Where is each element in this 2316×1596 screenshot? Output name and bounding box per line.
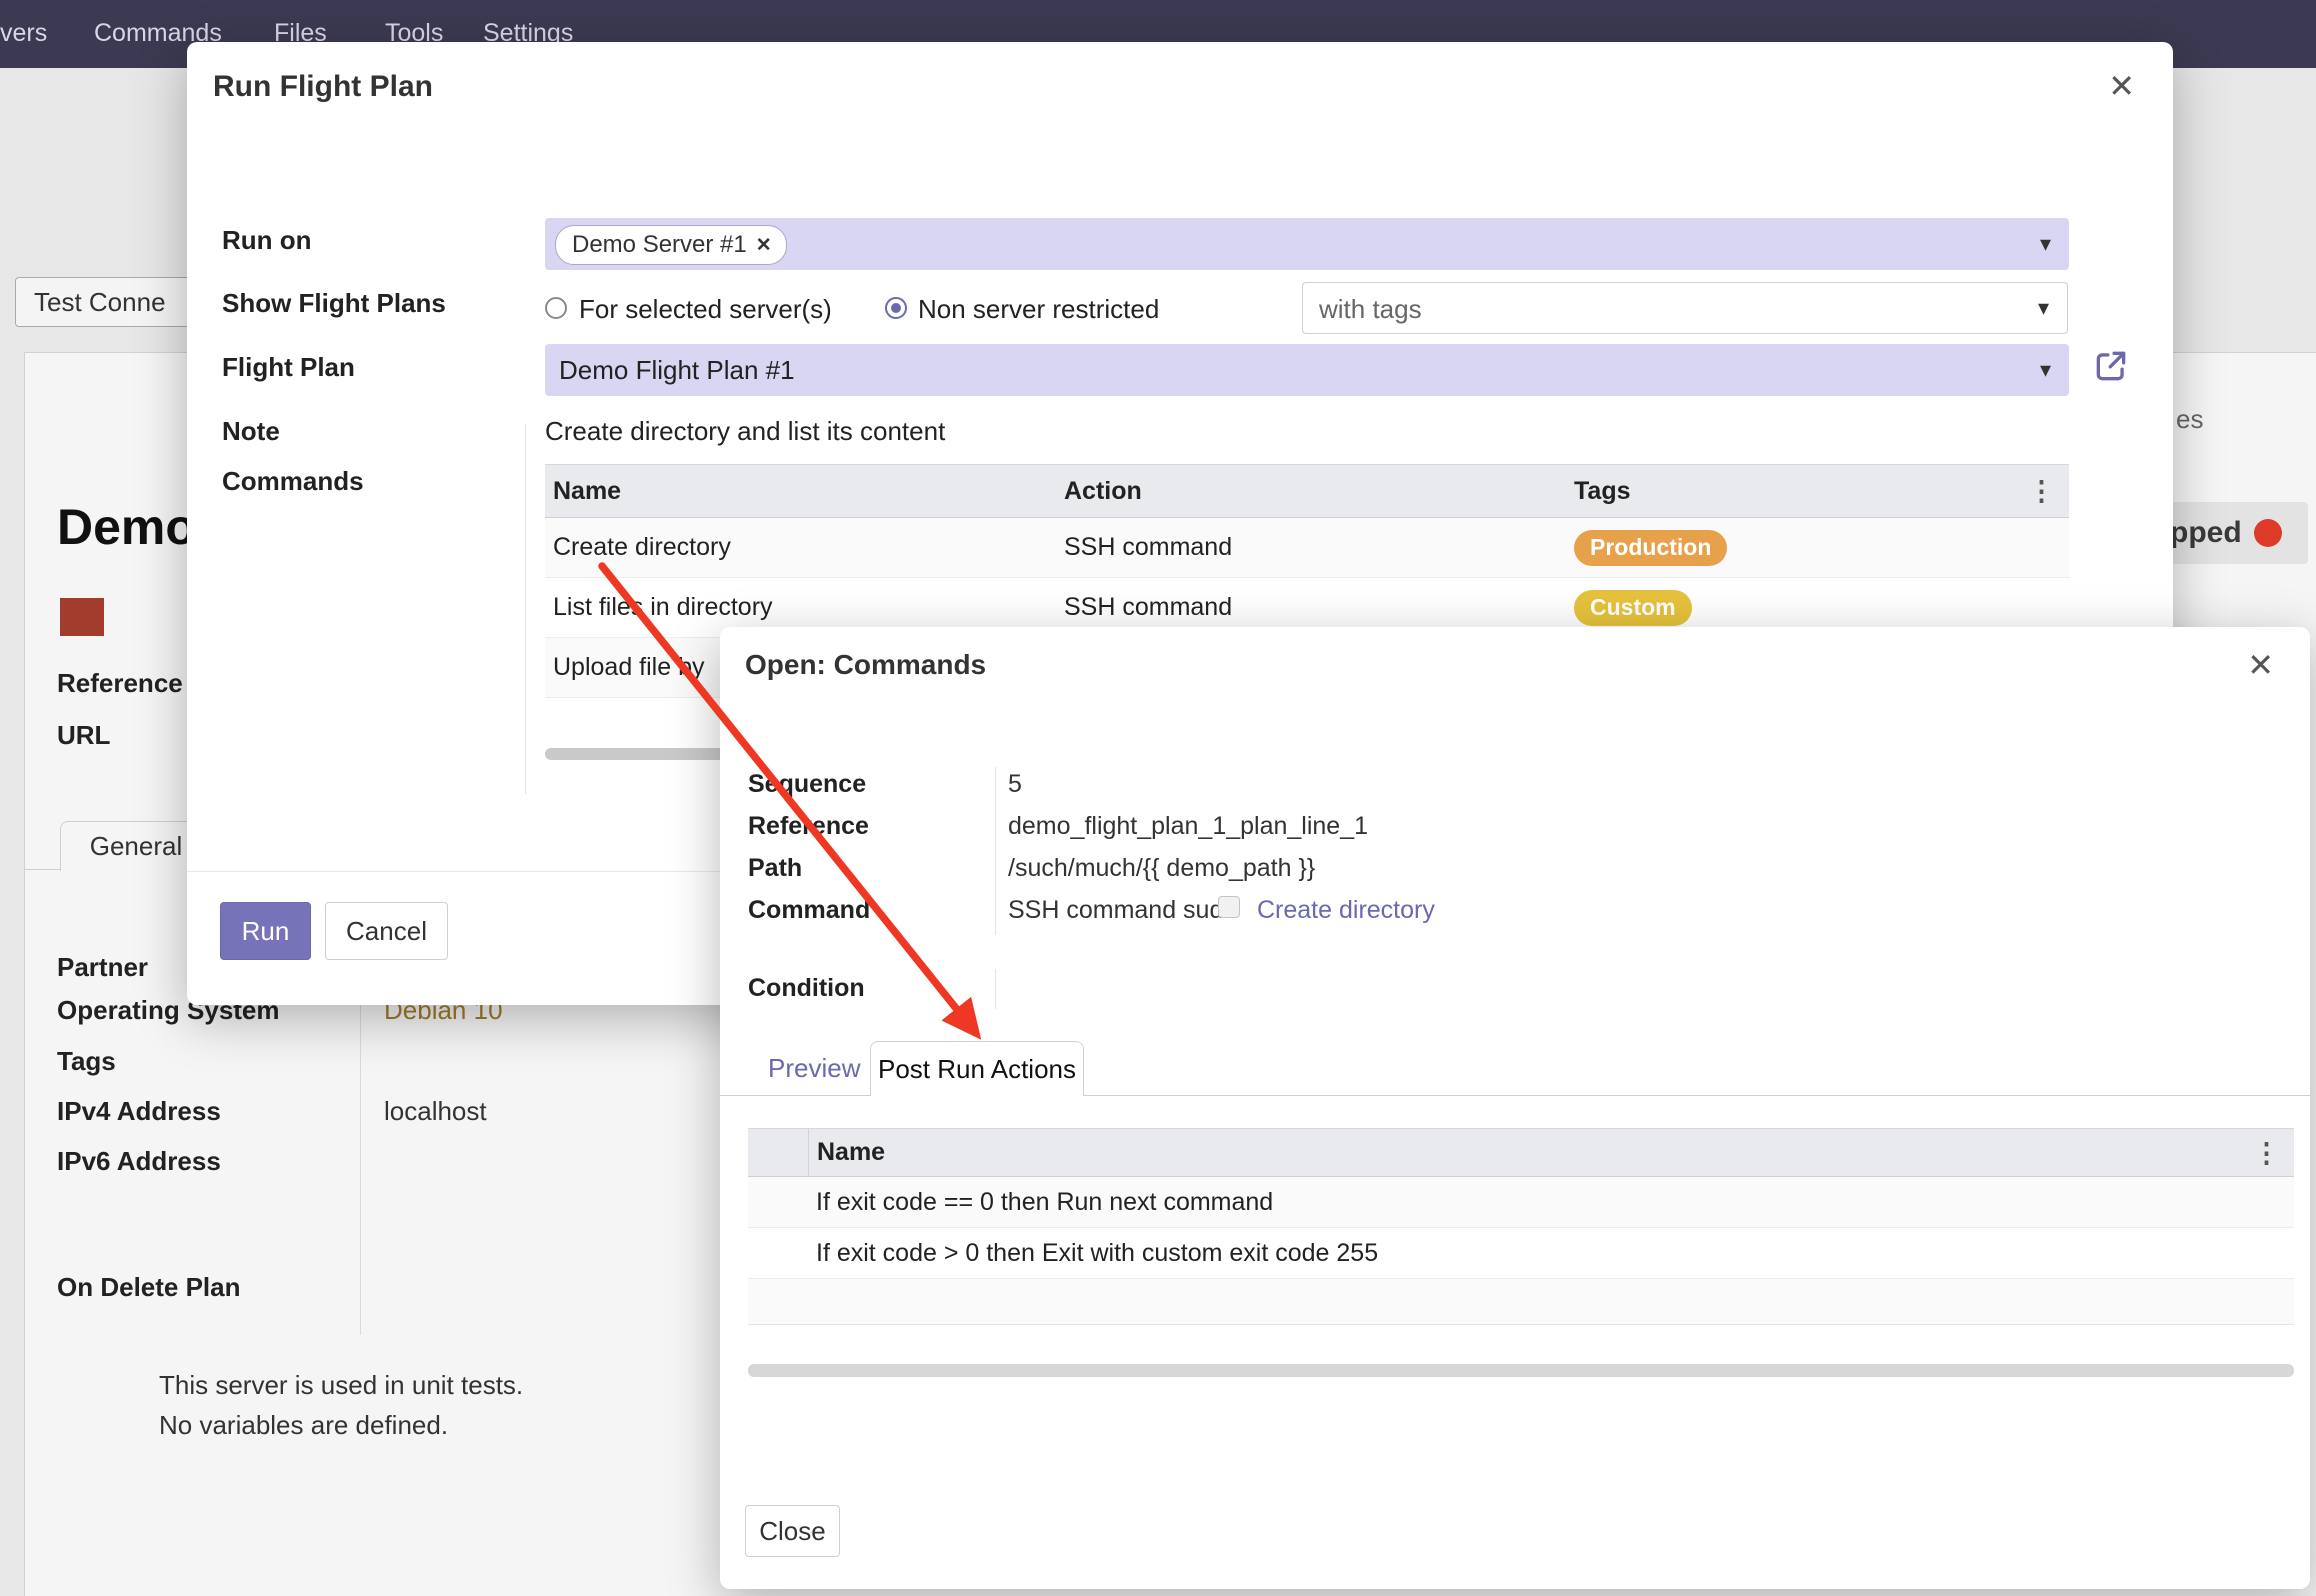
condition-label: Condition: [748, 974, 865, 1003]
status-dot-icon: [2254, 519, 2282, 547]
chevron-down-icon[interactable]: ▾: [2040, 357, 2051, 383]
table-options-icon[interactable]: ⋮: [2028, 476, 2055, 507]
server-chip[interactable]: Demo Server #1 ✕: [555, 225, 787, 265]
flight-plan-description: Create directory and list its content: [545, 416, 945, 447]
command-checkbox[interactable]: [1218, 896, 1240, 918]
command-label: Command: [748, 896, 870, 925]
run-on-label: Run on: [222, 225, 312, 256]
chevron-down-icon[interactable]: ▾: [2038, 295, 2049, 321]
run-on-field[interactable]: Demo Server #1 ✕ ▾: [545, 218, 2069, 270]
table-options-icon[interactable]: ⋮: [2253, 1138, 2280, 1169]
with-tags-select[interactable]: with tags ▾: [1302, 282, 2068, 334]
cancel-button[interactable]: Cancel: [325, 902, 448, 960]
cell-name: Create directory: [545, 533, 1064, 562]
condition-divider: [995, 969, 996, 1009]
open-modal-title: Open: Commands: [745, 649, 986, 681]
unit-test-note: This server is used in unit tests.: [159, 1370, 523, 1401]
ipv4-label: IPv4 Address: [57, 1096, 221, 1127]
column-header-name[interactable]: Name: [545, 477, 1064, 506]
tag-badge: Production: [1574, 530, 1727, 566]
sequence-value: 5: [1008, 770, 1022, 799]
cell-action-name: If exit code == 0 then Run next command: [748, 1188, 1273, 1217]
url-label: URL: [57, 720, 110, 751]
radio-non-server-restricted[interactable]: [885, 297, 907, 319]
server-heading: Demo: [57, 498, 196, 556]
close-button[interactable]: Close: [745, 1505, 840, 1557]
flight-plan-select[interactable]: Demo Flight Plan #1 ▾: [545, 344, 2069, 396]
radio-selected-servers-label: For selected server(s): [579, 294, 832, 325]
column-header-tags[interactable]: Tags: [1574, 477, 2069, 506]
post-run-table-header: Name ⋮: [748, 1128, 2294, 1177]
external-link-icon[interactable]: [2092, 347, 2130, 390]
commands-table-header: Name Action Tags ⋮: [545, 464, 2069, 518]
table-row[interactable]: If exit code == 0 then Run next command: [748, 1177, 2294, 1228]
content-divider: [525, 424, 526, 794]
close-icon[interactable]: ✕: [2247, 649, 2274, 681]
reference-field-label: Reference: [748, 812, 869, 841]
radio-selected-servers[interactable]: [545, 297, 567, 319]
path-label: Path: [748, 854, 802, 883]
cell-name: List files in directory: [545, 593, 1064, 622]
cell-action: SSH command: [1064, 533, 1574, 562]
table-row[interactable]: If exit code > 0 then Exit with custom e…: [748, 1228, 2294, 1279]
tab-preview[interactable]: Preview: [768, 1053, 860, 1084]
table-row-empty[interactable]: [748, 1279, 2294, 1325]
chip-remove-icon[interactable]: ✕: [756, 234, 772, 257]
field-column-divider: [995, 767, 996, 935]
show-flight-plans-label: Show Flight Plans: [222, 288, 446, 319]
tab-post-run-actions[interactable]: Post Run Actions: [870, 1041, 1084, 1096]
field-divider: [360, 955, 361, 1335]
command-link[interactable]: Create directory: [1257, 896, 1435, 925]
variables-note: No variables are defined.: [159, 1410, 448, 1441]
color-swatch[interactable]: [60, 598, 104, 636]
status-badge-label: pped: [2170, 516, 2242, 550]
run-modal-title: Run Flight Plan: [213, 70, 433, 104]
post-run-actions-table: Name ⋮ If exit code == 0 then Run next c…: [748, 1128, 2294, 1325]
flight-plan-label: Flight Plan: [222, 352, 355, 383]
cell-action: SSH command: [1064, 593, 1574, 622]
ipv4-value: localhost: [384, 1096, 487, 1127]
on-delete-plan-label: On Delete Plan: [57, 1272, 241, 1303]
reference-value: demo_flight_plan_1_plan_line_1: [1008, 812, 1368, 841]
chevron-down-icon[interactable]: ▾: [2040, 231, 2051, 257]
column-header-action[interactable]: Action: [1064, 477, 1574, 506]
ipv6-label: IPv6 Address: [57, 1146, 221, 1177]
partner-label: Partner: [57, 952, 148, 983]
horizontal-scrollbar[interactable]: [748, 1364, 2294, 1377]
run-button[interactable]: Run: [220, 902, 311, 960]
flight-plan-value: Demo Flight Plan #1: [559, 355, 795, 386]
right-panel-partial-label: es: [2176, 404, 2203, 435]
table-row[interactable]: Create directory SSH command Production: [545, 518, 2069, 578]
open-commands-modal: Open: Commands ✕ Sequence 5 Reference de…: [720, 627, 2310, 1589]
note-label: Note: [222, 416, 280, 447]
command-value: SSH command sudo: [1008, 896, 1237, 925]
radio-non-server-restricted-label: Non server restricted: [918, 294, 1159, 325]
tags-label: Tags: [57, 1046, 116, 1077]
row-handle-column: [748, 1129, 809, 1176]
cell-action-name: If exit code > 0 then Exit with custom e…: [748, 1239, 1378, 1268]
reference-label: Reference: [57, 668, 183, 699]
close-icon[interactable]: ✕: [2108, 70, 2135, 102]
column-header-name[interactable]: Name: [809, 1138, 885, 1167]
sequence-label: Sequence: [748, 770, 866, 799]
with-tags-value: with tags: [1319, 294, 1422, 325]
path-value: /such/much/{{ demo_path }}: [1008, 854, 1315, 883]
nav-item-servers[interactable]: vers: [0, 19, 47, 48]
tag-badge: Custom: [1574, 590, 1692, 626]
server-chip-label: Demo Server #1: [572, 231, 747, 259]
commands-label: Commands: [222, 466, 364, 497]
screenshot-canvas: vers Commands Files Tools Settings Test …: [0, 0, 2316, 1596]
